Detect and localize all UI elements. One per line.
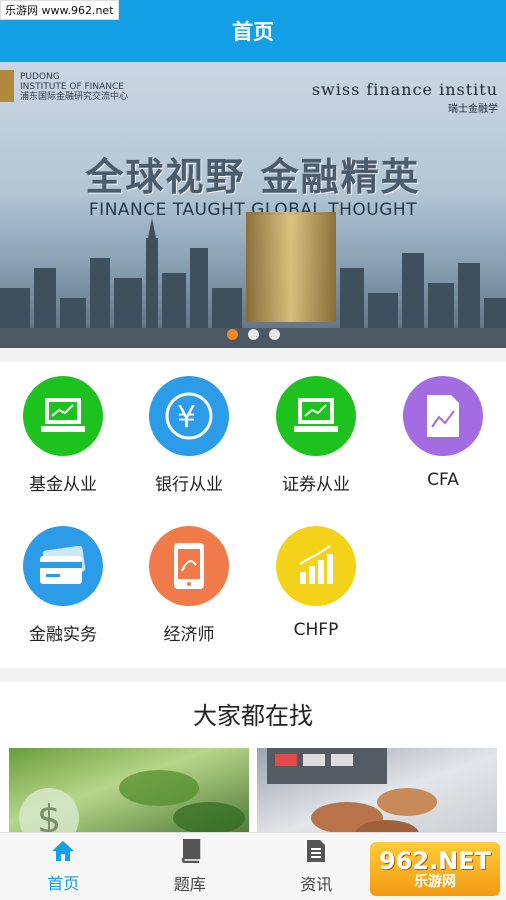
watermark-number: 962.NET [378, 847, 492, 875]
logo-line3: 浦东国际金融研究交流中心 [20, 92, 129, 102]
tab-label: 资讯 [300, 874, 333, 894]
calculator-coins-image[interactable] [257, 748, 497, 832]
carousel-dot[interactable] [268, 329, 280, 340]
category-item[interactable]: 经济师 [126, 512, 252, 652]
partner-logo-sub: 瑞士金融学 [448, 104, 498, 115]
phone-icon [149, 526, 229, 606]
document-chart-icon [403, 376, 483, 456]
category-label: 经济师 [163, 625, 215, 645]
category-grid: 基金从业 ¥ 银行从业 证券从业 CFA 金融实务 经济师 CHFP [0, 362, 506, 668]
category-label: 银行从业 [155, 475, 223, 495]
svg-text:$: $ [37, 797, 61, 832]
watermark-bottom: 962.NET 乐游网 [370, 842, 500, 896]
category-label: 金融实务 [29, 625, 97, 645]
category-item[interactable]: 基金从业 [0, 362, 126, 502]
card-icon [23, 526, 103, 606]
category-item[interactable]: CFA [380, 362, 506, 502]
news-icon [305, 839, 327, 871]
carousel-dot[interactable] [226, 329, 238, 340]
monitor-chart-icon [23, 376, 103, 456]
tab-book[interactable]: 题库 [127, 833, 254, 900]
pudong-logo-icon [0, 70, 14, 102]
category-label: CHFP [293, 620, 339, 640]
watermark-top: 乐游网 www.962.net [0, 0, 119, 20]
book-icon [179, 838, 201, 871]
category-label: 基金从业 [29, 475, 97, 495]
partner-logo: swiss finance institu [311, 80, 498, 99]
logo-line1: PUDONG [20, 72, 60, 82]
watermark-text: 乐游网 [414, 874, 456, 890]
logo-line2: INSTITUTE OF FINANCE [20, 82, 124, 92]
category-label: 证券从业 [282, 475, 350, 495]
category-item[interactable]: CHFP [253, 512, 379, 652]
pudong-logo-text: PUDONG INSTITUTE OF FINANCE 浦东国际金融研究交流中心 [20, 72, 128, 102]
category-item[interactable]: ¥ 银行从业 [126, 362, 252, 502]
svg-text:¥: ¥ [177, 400, 196, 435]
tab-home[interactable]: 首页 [0, 833, 127, 900]
carousel-dot[interactable] [247, 329, 259, 340]
banner-slogan: 全球视野 金融精英 [85, 155, 421, 199]
leaf-money-image[interactable]: $ [9, 748, 249, 832]
section-title: 大家都在找 [193, 702, 313, 730]
category-item[interactable]: 金融实务 [0, 512, 126, 652]
page-title: 首页 [232, 20, 274, 44]
yen-icon: ¥ [149, 376, 229, 456]
monitor-chart-icon [276, 376, 356, 456]
banner-carousel[interactable]: PUDONG INSTITUTE OF FINANCE 浦东国际金融研究交流中心… [0, 62, 506, 348]
carousel-dots [0, 329, 506, 340]
home-icon [51, 840, 75, 870]
tab-label: 首页 [47, 873, 80, 893]
tab-news[interactable]: 资讯 [253, 833, 380, 900]
popular-section: 大家都在找 $ [0, 682, 506, 832]
category-item[interactable]: 证券从业 [253, 362, 379, 502]
tab-label: 题库 [173, 874, 206, 894]
bar-chart-icon [276, 526, 356, 606]
category-label: CFA [427, 470, 459, 490]
